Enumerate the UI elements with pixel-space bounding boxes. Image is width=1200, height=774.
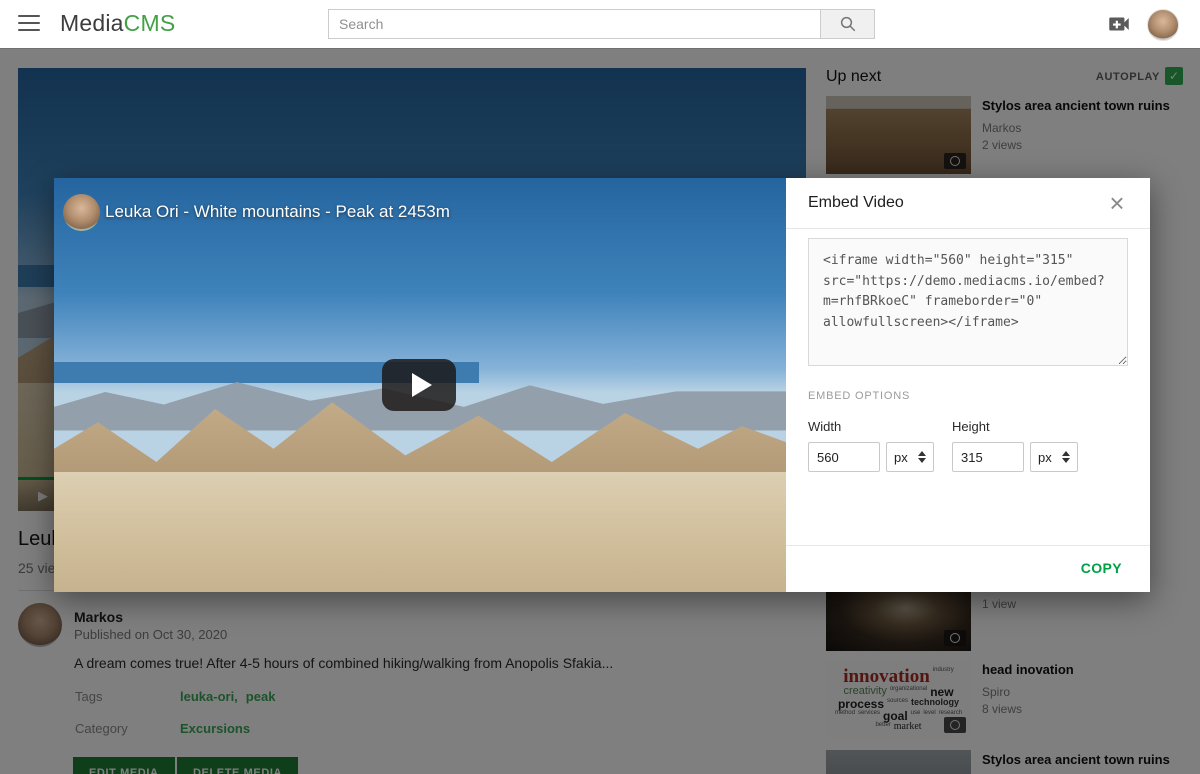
unit-value: px [1038,450,1052,465]
top-header: MediaCMS [0,0,1200,49]
updown-icon [1062,451,1070,463]
unit-value: px [894,450,908,465]
embed-code-textarea[interactable]: <iframe width="560" height="315" src="ht… [808,238,1128,366]
modal-title: Embed Video [808,194,904,212]
search-button[interactable] [820,9,875,39]
search-icon [839,15,857,33]
embed-preview-player[interactable]: Leuka Ori - White mountains - Peak at 24… [54,178,786,592]
height-input[interactable] [952,442,1024,472]
upload-media-icon[interactable] [1106,11,1134,37]
embed-options-label: EMBED OPTIONS [808,390,910,402]
modal-header: Embed Video × [786,178,1150,229]
height-unit-select[interactable]: px [1030,442,1078,472]
width-input[interactable] [808,442,880,472]
search-bar [328,9,820,39]
preview-video-title: Leuka Ori - White mountains - Peak at 24… [105,202,450,222]
updown-icon [918,451,926,463]
modal-footer: COPY [786,545,1150,592]
brand-cms: CMS [124,10,176,36]
width-label: Width [808,419,934,434]
search-input[interactable] [328,9,820,39]
brand-logo[interactable]: MediaCMS [60,10,175,37]
menu-icon[interactable] [18,15,40,31]
copy-button[interactable]: COPY [1075,559,1128,577]
embed-video-modal: Leuka Ori - White mountains - Peak at 24… [54,178,1150,592]
play-button[interactable] [382,359,456,411]
channel-avatar[interactable] [63,194,100,231]
height-label: Height [952,419,1078,434]
brand-media: Media [60,10,124,36]
width-unit-select[interactable]: px [886,442,934,472]
width-option: Width px [808,419,934,472]
height-option: Height px [952,419,1078,472]
user-avatar[interactable] [1147,9,1179,41]
page: ▶ Leuka Ori - White mountains - Peak at … [0,0,1200,774]
close-icon[interactable]: × [1100,186,1134,220]
embed-panel: Embed Video × <iframe width="560" height… [786,178,1150,592]
